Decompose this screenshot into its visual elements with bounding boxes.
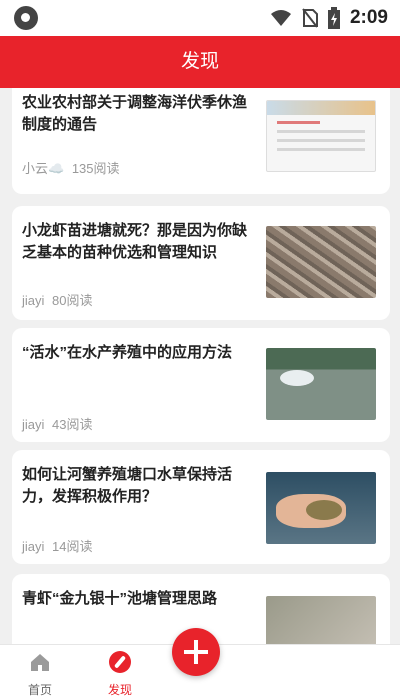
wifi-icon (270, 10, 291, 26)
article-author: jiayi (22, 293, 45, 308)
article-card[interactable]: 农业农村部关于调整海洋伏季休渔制度的通告 小云☁️ 135阅读 (12, 88, 390, 194)
crayfish-thumbnail (266, 226, 376, 298)
document-thumbnail (266, 100, 376, 172)
article-title: 小龙虾苗进塘就死？那是因为你缺乏基本的苗种优选和管理知识 (22, 222, 248, 261)
article-author: jiayi (22, 539, 45, 554)
article-title: 农业农村部关于调整海洋伏季休渔制度的通告 (22, 94, 248, 133)
pond-aerator-thumbnail (266, 348, 376, 420)
article-reads: 80阅读 (52, 293, 93, 308)
header-bar: 发现 (0, 36, 400, 88)
tab-label: 发现 (107, 683, 132, 697)
home-icon (31, 654, 49, 671)
article-card[interactable]: 如何让河蟹养殖塘口水草保持活力，发挥积极作用？ jiayi 14阅读 (12, 450, 390, 564)
article-meta: jiayi 43阅读 (22, 414, 97, 433)
crab-thumbnail (266, 472, 376, 544)
app-notification-icon (14, 6, 38, 30)
article-feed[interactable]: 农业农村部关于调整海洋伏季休渔制度的通告 小云☁️ 135阅读 小龙虾苗进塘就死… (0, 88, 400, 644)
article-title: 青虾“金九银十”池塘管理思路 (22, 590, 218, 607)
article-title: 如何让河蟹养殖塘口水草保持活力，发挥积极作用？ (22, 466, 233, 505)
no-sim-icon (302, 8, 318, 28)
page-title: 发现 (180, 51, 219, 72)
article-reads: 14阅读 (52, 539, 93, 554)
tab-discover[interactable]: 发现 (90, 651, 150, 698)
status-time: 2:09 (349, 7, 388, 28)
battery-icon (327, 7, 340, 29)
article-author: 小云☁️ (22, 161, 65, 176)
article-title: “活水”在水产养殖中的应用方法 (22, 344, 233, 361)
shrimp-thumbnail (266, 596, 376, 644)
article-meta: 小云☁️ 135阅读 (22, 158, 124, 177)
article-reads: 43阅读 (52, 417, 93, 432)
article-card[interactable]: 小龙虾苗进塘就死？那是因为你缺乏基本的苗种优选和管理知识 jiayi 80阅读 (12, 206, 390, 320)
article-meta: jiayi 14阅读 (22, 536, 97, 555)
article-author: jiayi (22, 417, 45, 432)
article-card[interactable]: “活水”在水产养殖中的应用方法 jiayi 43阅读 (12, 328, 390, 442)
article-meta: jiayi 80阅读 (22, 290, 97, 309)
tab-home[interactable]: 首页 (10, 651, 70, 698)
tab-label: 首页 (27, 683, 52, 697)
article-reads: 135阅读 (71, 161, 120, 176)
status-bar: 2:09 (0, 0, 400, 36)
add-post-button[interactable] (172, 628, 220, 676)
compass-icon (109, 651, 131, 673)
